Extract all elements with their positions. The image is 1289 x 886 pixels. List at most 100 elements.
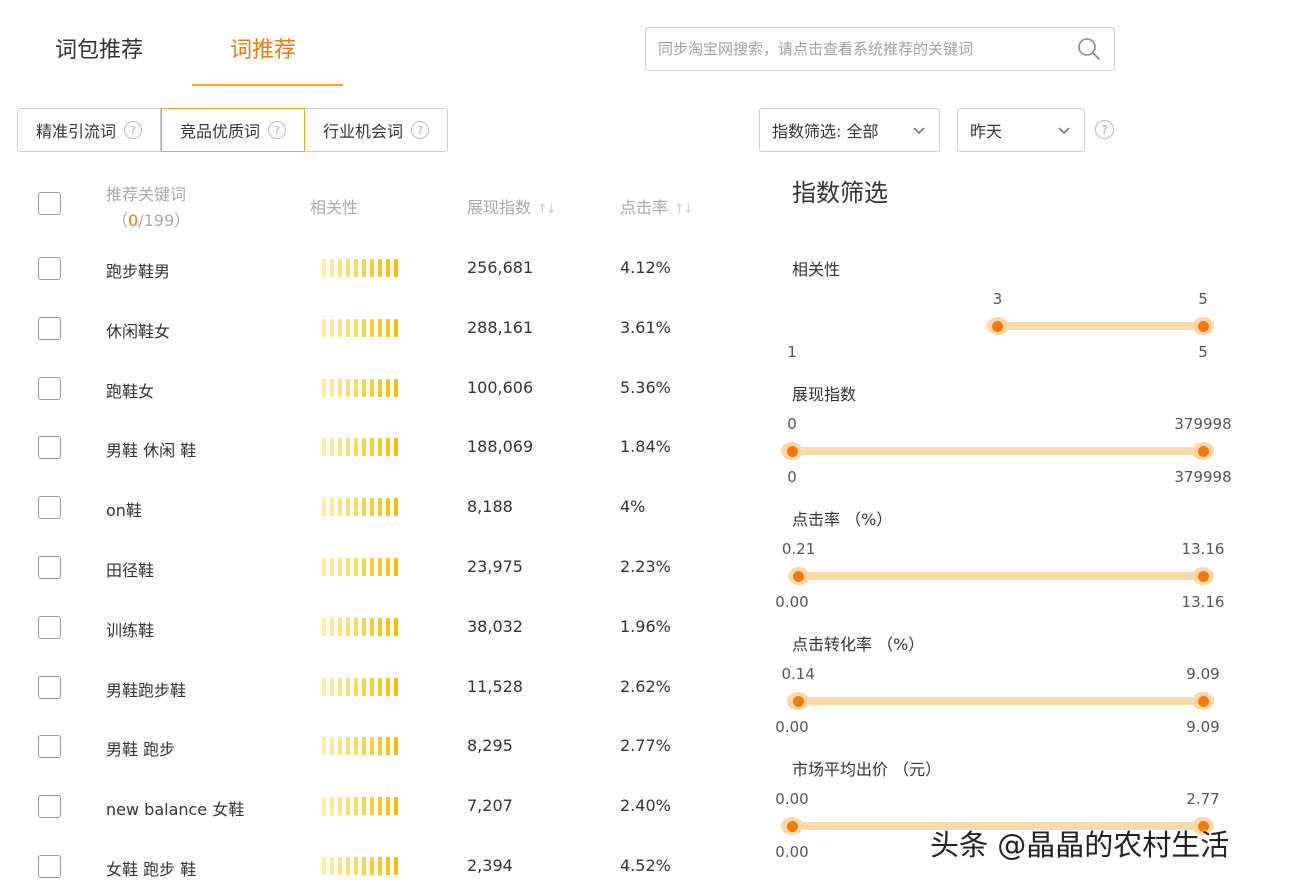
slider-min-value: 0.00 [775,843,809,861]
relevance-bar [354,618,358,636]
relevance-bar [346,379,350,397]
row-checkbox[interactable] [38,377,61,400]
relevance-bar [338,678,342,696]
search-input[interactable] [658,40,1076,58]
relevance-bar [370,498,374,516]
row-keyword: 男鞋 休闲 鞋 [106,441,197,460]
relevance-bars [322,618,398,636]
slider-high-value: 379998 [1174,415,1232,433]
row-keyword: new balance 女鞋 [106,800,245,819]
slider-low-handle[interactable] [787,692,810,710]
row-checkbox[interactable] [38,735,61,758]
index-filter-value: 指数筛选: 全部 [772,122,879,141]
date-dropdown[interactable]: 昨天 [957,108,1085,152]
relevance-bar [346,319,350,337]
slider-high-handle[interactable] [1192,442,1214,460]
slider-track[interactable] [792,447,1203,455]
header-relevance: 相关性 [310,198,359,217]
row-impressions: 11,528 [467,677,523,696]
relevance-bar [322,678,326,696]
slider-high-handle[interactable] [1192,567,1214,585]
relevance-bar [394,498,398,516]
row-checkbox[interactable] [38,496,61,519]
slider-track[interactable] [798,572,1203,580]
relevance-bar [386,857,390,875]
relevance-bar [354,737,358,755]
relevance-bar [370,438,374,456]
row-keyword: 休闲鞋女 [106,322,171,341]
relevance-bar [354,498,358,516]
relevance-bars [322,498,398,516]
subtab-label: 精准引流词 [36,122,117,141]
row-checkbox[interactable] [38,676,61,699]
row-ctr: 2.23% [620,557,671,576]
row-checkbox[interactable] [38,436,61,459]
search-box[interactable] [645,27,1115,71]
row-checkbox[interactable] [38,616,61,639]
slider-high-handle[interactable] [1192,317,1214,335]
relevance-bar [330,319,334,337]
relevance-bar [362,259,366,277]
header-ctr[interactable]: 点击率 ↑↓ [620,194,694,218]
relevance-bar [322,558,326,576]
relevance-bar [362,379,366,397]
slider-low-handle[interactable] [781,442,803,460]
slider-track[interactable] [997,322,1203,330]
relevance-bar [346,558,350,576]
header-impressions[interactable]: 展现指数 ↑↓ [467,194,557,218]
row-keyword: 跑鞋女 [106,382,155,401]
relevance-bar [322,379,326,397]
row-checkbox[interactable] [38,257,61,280]
slider-low-handle[interactable] [781,817,803,835]
row-impressions: 8,295 [467,736,513,755]
relevance-bar [346,737,350,755]
chevron-down-icon [1058,127,1070,135]
select-all-checkbox[interactable] [38,192,61,215]
relevance-bar [354,678,358,696]
relevance-bar [370,319,374,337]
relevance-bar [386,498,390,516]
slider-low-handle[interactable] [787,567,810,585]
relevance-bar [330,558,334,576]
index-filter-dropdown[interactable]: 指数筛选: 全部 [759,108,940,152]
relevance-bar [362,558,366,576]
relevance-bar [378,797,382,815]
search-icon[interactable] [1076,36,1102,62]
row-impressions: 8,188 [467,497,513,516]
subtab-industry-opportunity[interactable]: 行业机会词 ? [305,109,447,151]
slider-high-handle[interactable] [1192,692,1214,710]
row-checkbox[interactable] [38,795,61,818]
tab-word-package[interactable]: 词包推荐 [55,32,143,64]
question-icon[interactable]: ? [268,121,287,139]
subtab-precise-traffic[interactable]: 精准引流词 ? [18,109,162,151]
slider-min-value: 0.00 [775,593,809,611]
relevance-bar [322,737,326,755]
watermark-text: 头条 @晶晶的农村生活 [930,828,1230,862]
help-icon[interactable]: ? [1095,120,1114,139]
relevance-bar [394,259,398,277]
relevance-bar [330,678,334,696]
slider-low-value: 0.00 [775,790,809,808]
relevance-bar [322,797,326,815]
relevance-bar [370,379,374,397]
row-checkbox[interactable] [38,855,61,878]
row-ctr: 2.40% [620,796,671,815]
sort-icon[interactable]: ↑↓ [674,202,694,217]
relevance-bar [346,618,350,636]
row-checkbox[interactable] [38,317,61,340]
selected-count: 0 [128,211,139,230]
subtab-competitor-quality[interactable]: 竞品优质词 ? [161,108,306,152]
row-checkbox[interactable] [38,556,61,579]
question-icon[interactable]: ? [124,121,143,139]
slider-label: 市场平均出价 （元） [792,760,942,779]
header-keyword: 推荐关键词 [106,185,187,204]
relevance-bar [370,618,374,636]
slider-low-handle[interactable] [986,317,1009,335]
relevance-bars [322,558,398,576]
sort-icon[interactable]: ↑↓ [537,202,557,217]
question-icon[interactable]: ? [411,121,430,139]
relevance-bar [362,737,366,755]
relevance-bar [378,857,382,875]
slider-track[interactable] [798,697,1203,705]
tab-word-recommend[interactable]: 词推荐 [230,32,296,64]
